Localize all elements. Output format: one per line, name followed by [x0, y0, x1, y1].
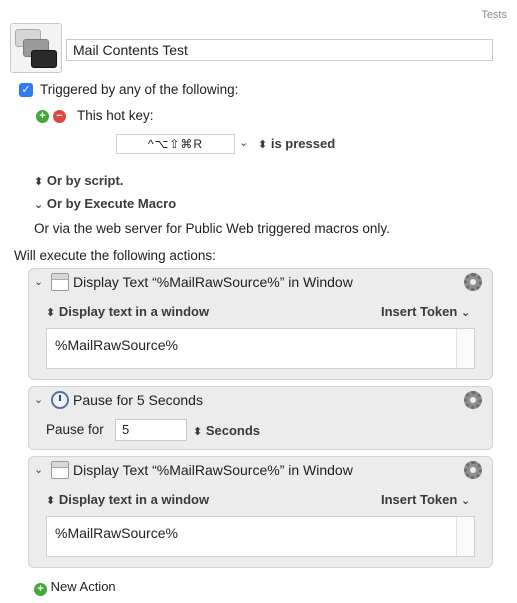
chevron-down-icon: ⌄ [34, 199, 44, 211]
macro-group-label: Tests [481, 9, 507, 21]
clock-icon [51, 391, 69, 409]
pause-duration-input[interactable]: 5 [115, 419, 187, 441]
display-mode-popup[interactable]: ⬍ Display text in a window [46, 304, 209, 319]
insert-token-button[interactable]: Insert Token ⌄ [381, 304, 470, 319]
actions-header: Will execute the following actions: [14, 248, 216, 263]
up-down-chevron-icon: ⬍ [34, 176, 44, 188]
display-text-content: %MailRawSource% [55, 525, 178, 541]
scrollbar[interactable] [456, 329, 474, 368]
display-mode-label: Display text in a window [58, 492, 210, 507]
new-action-button[interactable]: + New Action [34, 579, 116, 596]
window-icon [51, 273, 69, 291]
insert-token-label: Insert Token [381, 492, 458, 507]
gear-icon[interactable] [464, 391, 482, 409]
display-mode-popup[interactable]: ⬍ Display text in a window [46, 492, 209, 507]
display-text-area[interactable]: %MailRawSource% [46, 516, 475, 557]
action-title: Pause for 5 Seconds [73, 392, 203, 408]
up-down-chevron-icon: ⬍ [46, 495, 56, 507]
insert-token-label: Insert Token [381, 304, 458, 319]
hotkey-label: This hot key: [77, 108, 154, 123]
pause-unit-label: Seconds [205, 423, 261, 438]
chevron-down-icon[interactable]: ⌄ [34, 393, 43, 406]
or-by-script-label: Or by script. [46, 173, 124, 188]
insert-token-button[interactable]: Insert Token ⌄ [381, 492, 470, 507]
up-down-chevron-icon: ⬍ [46, 307, 56, 319]
remove-trigger-icon[interactable]: − [53, 110, 66, 123]
hotkey-field[interactable]: ^⌥⇧⌘R [116, 134, 235, 154]
gear-icon[interactable] [464, 461, 482, 479]
display-mode-label: Display text in a window [58, 304, 210, 319]
plus-icon: + [34, 583, 47, 596]
window-icon [51, 461, 69, 479]
mac-icon [31, 50, 57, 68]
macro-icon-well[interactable] [10, 23, 62, 73]
gear-icon[interactable] [464, 273, 482, 291]
web-server-text: Or via the web server for Public Web tri… [34, 221, 390, 236]
chevron-down-icon[interactable]: ⌄ [34, 275, 43, 288]
chevron-down-icon: ⌄ [460, 495, 471, 507]
action-title: Display Text “%MailRawSource%” in Window [73, 462, 353, 478]
display-text-area[interactable]: %MailRawSource% [46, 328, 475, 369]
triggered-label: Triggered by any of the following: [40, 82, 239, 97]
up-down-chevron-icon: ⬍ [193, 426, 203, 438]
display-text-content: %MailRawSource% [55, 337, 178, 353]
add-trigger-icon[interactable]: + [36, 110, 49, 123]
or-by-execute-macro-label: Or by Execute Macro [46, 196, 177, 211]
up-down-chevron-icon: ⬍ [258, 139, 268, 151]
pause-unit-popup[interactable]: ⬍ Seconds [193, 423, 260, 438]
hotkey-condition-popup[interactable]: ⬍ is pressed [258, 136, 335, 151]
chevron-down-icon[interactable]: ⌄ [239, 136, 248, 149]
pause-for-label: Pause for [46, 422, 104, 437]
triggered-checkbox[interactable]: ✓ [19, 83, 33, 97]
hotkey-condition-label: is pressed [270, 136, 336, 151]
action-title: Display Text “%MailRawSource%” in Window [73, 274, 353, 290]
scrollbar[interactable] [456, 517, 474, 556]
new-action-label: New Action [50, 579, 116, 594]
macro-name-field[interactable]: Mail Contents Test [66, 39, 493, 61]
or-by-script-toggle[interactable]: ⬍ Or by script. [34, 173, 123, 188]
chevron-down-icon: ⌄ [460, 307, 471, 319]
chevron-down-icon[interactable]: ⌄ [34, 463, 43, 476]
or-by-execute-macro-toggle[interactable]: ⌄ Or by Execute Macro [34, 196, 176, 211]
